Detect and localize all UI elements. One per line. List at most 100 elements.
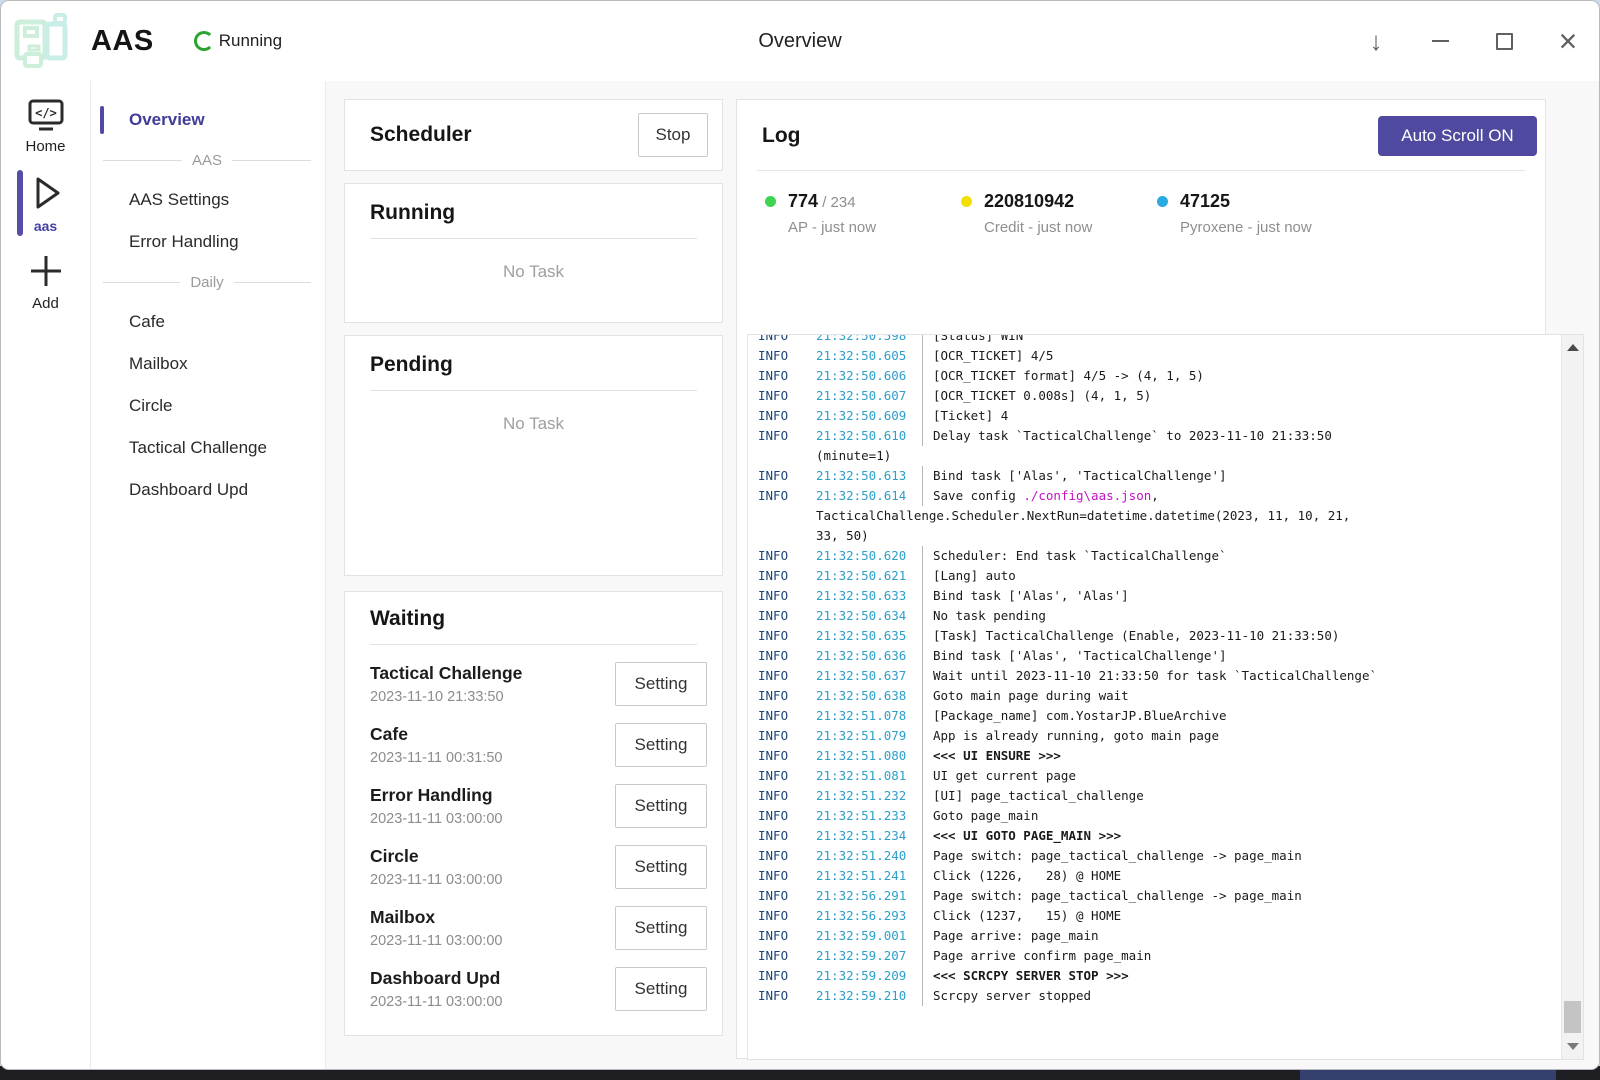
stop-button[interactable]: Stop [638, 113, 708, 157]
log-level: INFO [758, 646, 816, 666]
log-viewport[interactable]: INFO21:32:50.598[Status] WININFO21:32:50… [747, 334, 1584, 1060]
setting-button[interactable]: Setting [615, 906, 707, 950]
log-line: INFO21:32:59.209<<< SCRCPY SERVER STOP >… [758, 966, 1551, 986]
side-nav: OverviewAASAAS SettingsError HandlingDai… [91, 81, 326, 1069]
log-level: INFO [758, 966, 816, 986]
log-message: [OCR_TICKET format] 4/5 -> (4, 1, 5) [923, 366, 1204, 386]
rail-item-aas[interactable]: aas [1, 173, 90, 234]
scrollbar-thumb[interactable] [1564, 1001, 1581, 1033]
log-timestamp: 21:32:51.078 [816, 706, 922, 726]
nav-item-dashboard-upd[interactable]: Dashboard Upd [91, 469, 325, 511]
log-message: Bind task ['Alas', 'TacticalChallenge'] [923, 646, 1227, 666]
running-title: Running [370, 201, 697, 225]
log-timestamp: 21:32:50.610 [816, 426, 922, 446]
play-icon [26, 173, 66, 213]
log-message: Scrcpy server stopped [923, 986, 1091, 1006]
minimize-icon [1432, 40, 1449, 42]
waiting-item-time: 2023-11-11 03:00:00 [370, 811, 503, 827]
log-line: INFO21:32:50.638Goto main page during wa… [758, 686, 1551, 706]
log-timestamp: 21:32:56.293 [816, 906, 922, 926]
stat-value: 47125 [1180, 191, 1312, 212]
active-indicator [100, 228, 104, 256]
stat-text: 774 / 234AP - just now [788, 191, 876, 236]
waiting-title: Waiting [370, 607, 707, 631]
log-message: Click (1237, 15) @ HOME [923, 906, 1121, 926]
waiting-item-name: Mailbox [370, 907, 503, 928]
log-message: [Ticket] 4 [923, 406, 1008, 426]
nav-item-error-handling[interactable]: Error Handling [91, 221, 325, 263]
log-level: INFO [758, 886, 816, 906]
nav-item-circle[interactable]: Circle [91, 385, 325, 427]
log-level [758, 506, 816, 526]
log-timestamp: 21:32:50.637 [816, 666, 922, 686]
log-level: INFO [758, 626, 816, 646]
nav-item-cafe[interactable]: Cafe [91, 301, 325, 343]
log-continuation: 33, 50) [816, 526, 869, 546]
nav-item-tactical-challenge[interactable]: Tactical Challenge [91, 427, 325, 469]
log-message: Click (1226, 28) @ HOME [923, 866, 1121, 886]
maximize-button[interactable] [1491, 28, 1517, 54]
log-message: [UI] page_tactical_challenge [923, 786, 1144, 806]
waiting-item-info: Mailbox2023-11-11 03:00:00 [370, 907, 503, 949]
log-message: [OCR_TICKET] 4/5 [923, 346, 1053, 366]
setting-button[interactable]: Setting [615, 967, 707, 1011]
scroll-up-arrow-icon[interactable] [1567, 344, 1579, 351]
log-line: INFO21:32:50.609[Ticket] 4 [758, 406, 1551, 426]
log-line: INFO21:32:56.293Click (1237, 15) @ HOME [758, 906, 1551, 926]
log-continuation: TacticalChallenge.Scheduler.NextRun=date… [816, 506, 1350, 526]
divider-line [234, 282, 311, 283]
pending-empty-text: No Task [370, 414, 697, 434]
waiting-item-name: Dashboard Upd [370, 968, 503, 989]
setting-button[interactable]: Setting [615, 845, 707, 889]
log-level: INFO [758, 866, 816, 886]
log-message: UI get current page [923, 766, 1076, 786]
arrow-down-icon: ↓ [1370, 28, 1383, 54]
waiting-item-time: 2023-11-11 00:31:50 [370, 750, 503, 766]
auto-scroll-button[interactable]: Auto Scroll ON [1378, 116, 1537, 156]
icon-rail: </> Home aas Add [1, 81, 91, 1069]
log-line: INFO21:32:50.621[Lang] auto [758, 566, 1551, 586]
log-timestamp: 21:32:50.605 [816, 346, 922, 366]
active-indicator [100, 392, 104, 420]
rail-item-label: aas [34, 218, 57, 234]
svg-text:</>: </> [35, 106, 57, 120]
log-timestamp: 21:32:50.613 [816, 466, 922, 486]
setting-button[interactable]: Setting [615, 784, 707, 828]
log-line: INFO21:32:51.241Click (1226, 28) @ HOME [758, 866, 1551, 886]
log-timestamp: 21:32:51.240 [816, 846, 922, 866]
running-card: Running No Task [344, 183, 723, 323]
log-timestamp: 21:32:51.081 [816, 766, 922, 786]
app-logo-icon [11, 12, 75, 70]
waiting-list: Tactical Challenge2023-11-10 21:33:50Set… [370, 653, 707, 1019]
stat-dot [1157, 196, 1168, 207]
rail-item-add[interactable]: Add [1, 252, 90, 312]
waiting-item-time: 2023-11-11 03:00:00 [370, 994, 503, 1010]
log-timestamp: 21:32:51.241 [816, 866, 922, 886]
nav-item-aas-settings[interactable]: AAS Settings [91, 179, 325, 221]
stat-text: 47125Pyroxene - just now [1180, 191, 1312, 236]
log-line: INFO21:32:50.605[OCR_TICKET] 4/5 [758, 346, 1551, 366]
rail-item-home[interactable]: </> Home [1, 99, 90, 155]
scroll-down-arrow-icon[interactable] [1567, 1043, 1579, 1050]
setting-button[interactable]: Setting [615, 723, 707, 767]
minimize-button[interactable] [1427, 28, 1453, 54]
log-line: INFO21:32:50.635[Task] TacticalChallenge… [758, 626, 1551, 646]
nav-item-overview[interactable]: Overview [91, 99, 325, 141]
nav-item-mailbox[interactable]: Mailbox [91, 343, 325, 385]
waiting-item-info: Circle2023-11-11 03:00:00 [370, 846, 503, 888]
log-scrollbar[interactable] [1561, 335, 1583, 1059]
log-message: [Lang] auto [923, 566, 1016, 586]
log-timestamp: 21:32:50.609 [816, 406, 922, 426]
waiting-item-info: Error Handling2023-11-11 03:00:00 [370, 785, 503, 827]
hide-window-button[interactable]: ↓ [1363, 28, 1389, 54]
close-button[interactable]: × [1555, 28, 1581, 54]
log-level: INFO [758, 486, 816, 506]
log-timestamp: 21:32:59.210 [816, 986, 922, 1006]
log-level: INFO [758, 666, 816, 686]
log-timestamp: 21:32:50.614 [816, 486, 922, 506]
log-timestamp: 21:32:59.207 [816, 946, 922, 966]
log-message: Page switch: page_tactical_challenge -> … [923, 886, 1302, 906]
log-line: INFO21:32:51.240Page switch: page_tactic… [758, 846, 1551, 866]
setting-button[interactable]: Setting [615, 662, 707, 706]
log-timestamp: 21:32:50.607 [816, 386, 922, 406]
